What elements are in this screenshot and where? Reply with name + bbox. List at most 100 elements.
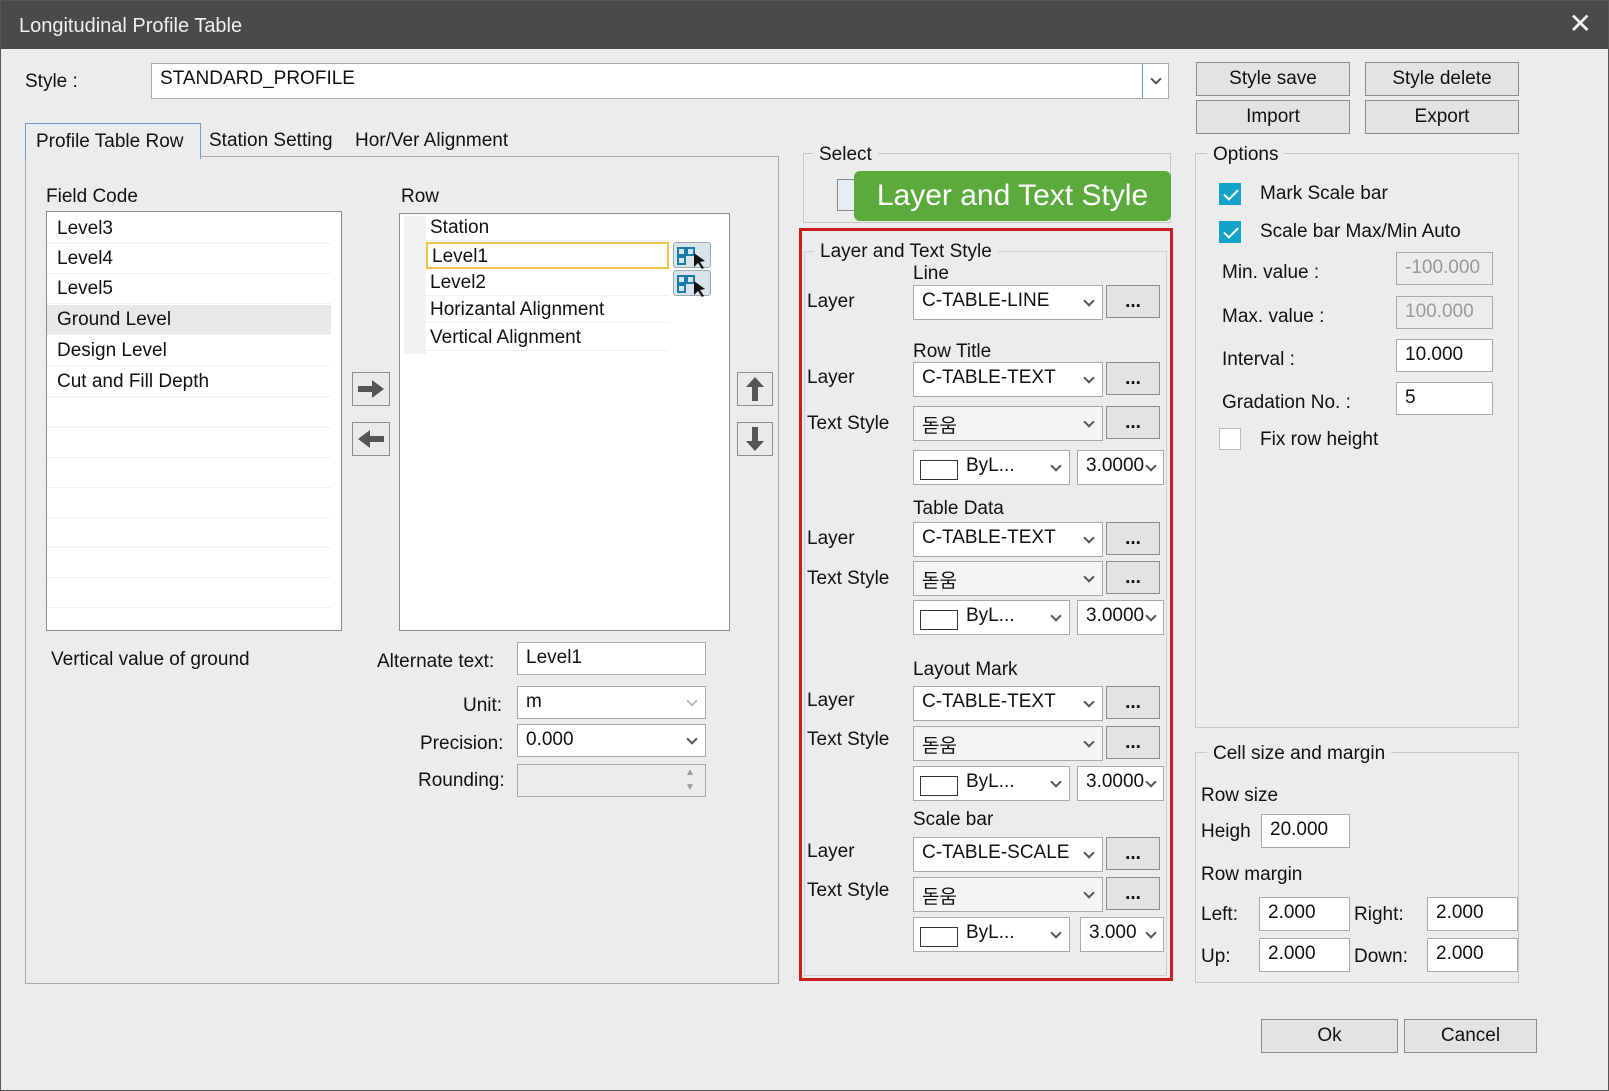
layout-mark-color-select[interactable]: ByL... [913,766,1070,801]
row-gutter [404,216,426,354]
min-value-input[interactable]: -100.000 [1396,252,1493,285]
grid-cursor-icon[interactable] [673,270,711,297]
chevron-down-icon [1076,363,1102,396]
move-down-button[interactable] [737,422,773,456]
up-margin-input[interactable]: 2.000 [1259,938,1350,972]
export-button[interactable]: Export [1365,100,1519,134]
row-margin-label: Row margin [1201,864,1303,885]
list-item[interactable]: Level2 [426,269,669,296]
left-margin-input[interactable]: 2.000 [1259,897,1350,931]
field-code-list[interactable]: Level3 Level4 Level5 Ground Level Design… [46,211,342,631]
gradation-input[interactable]: 5 [1396,382,1493,415]
color-swatch [920,460,958,480]
table-data-height-select[interactable]: 3.0000 [1077,600,1164,635]
table-data-layer-browse-button[interactable]: ... [1106,522,1160,555]
color-swatch [920,927,958,947]
line-layer-browse-button[interactable]: ... [1106,285,1160,318]
arrow-down-icon [746,427,764,451]
list-item[interactable]: Horizantal Alignment [426,296,669,323]
row-title-layer-select[interactable]: C-TABLE-TEXT [913,362,1103,397]
scale-bar-height-select[interactable]: 3.000 [1080,917,1164,952]
cell-size-title: Cell size and margin [1207,743,1392,765]
chevron-down-icon[interactable] [1142,64,1168,98]
row-title-color-select[interactable]: ByL... [913,450,1070,485]
list-item[interactable]: Design Level [47,336,331,366]
scale-bar-text-style-select[interactable]: 돋움 [913,877,1103,912]
scale-auto-checkbox[interactable] [1219,221,1241,243]
list-item[interactable]: Station [426,214,669,241]
mark-scale-bar-checkbox[interactable] [1219,183,1241,205]
style-save-button[interactable]: Style save [1196,62,1350,96]
line-layer-label: Layer [807,291,855,312]
chevron-down-icon [1043,918,1069,951]
layout-mark-layer-browse-button[interactable]: ... [1106,686,1160,719]
style-value: STANDARD_PROFILE [160,68,355,89]
list-item-empty [47,398,331,428]
row-list[interactable]: Station Level1 Level2 Horizantal Alignme… [399,213,730,631]
import-button[interactable]: Import [1196,100,1350,134]
unit-select[interactable]: m [517,686,706,719]
table-data-text-style-browse-button[interactable]: ... [1106,561,1160,594]
scale-bar-layer-browse-button[interactable]: ... [1106,837,1160,870]
layout-mark-height-select[interactable]: 3.0000 [1077,766,1164,801]
fix-row-height-checkbox[interactable] [1219,428,1241,450]
scale-bar-heading: Scale bar [913,809,994,830]
table-data-heading: Table Data [913,498,1004,519]
row-title-text-style-select[interactable]: 돋움 [913,406,1103,441]
row-title-layer-browse-button[interactable]: ... [1106,362,1160,395]
style-delete-button[interactable]: Style delete [1365,62,1519,96]
table-data-text-style-select[interactable]: 돋움 [913,561,1103,596]
list-item-empty [47,428,331,458]
max-value-input[interactable]: 100.000 [1396,296,1493,329]
add-row-button[interactable] [352,372,390,406]
list-item-empty [47,548,331,578]
alt-text-input[interactable]: Level1 [517,642,706,675]
tab-profile-table-row[interactable]: Profile Table Row [25,123,201,159]
close-icon[interactable]: ✕ [1569,9,1592,39]
line-layer-select[interactable]: C-TABLE-LINE [913,285,1103,320]
scale-bar-text-style-browse-button[interactable]: ... [1106,877,1160,910]
precision-select[interactable]: 0.000 [517,724,706,757]
scale-bar-layer-select[interactable]: C-TABLE-SCALE [913,837,1103,872]
table-data-layer-select[interactable]: C-TABLE-TEXT [913,522,1103,557]
list-item-empty [47,518,331,548]
row-title-text-style-browse-button[interactable]: ... [1106,406,1160,439]
chevron-down-icon [1076,562,1102,595]
remove-row-button[interactable] [352,422,390,456]
chevron-down-icon [679,725,705,756]
move-up-button[interactable] [737,372,773,406]
style-select[interactable]: STANDARD_PROFILE [151,63,1169,99]
precision-value: 0.000 [526,729,574,750]
scale-bar-color-select[interactable]: ByL... [913,917,1070,952]
layout-mark-text-style-browse-button[interactable]: ... [1106,726,1160,759]
chevron-down-icon [1076,407,1102,440]
interval-input[interactable]: 10.000 [1396,339,1493,372]
chevron-down-icon [1076,838,1102,871]
list-item[interactable]: Level5 [47,274,331,304]
layout-mark-text-style-select[interactable]: 돋움 [913,726,1103,761]
table-data-color-select[interactable]: ByL... [913,600,1070,635]
list-item[interactable]: Cut and Fill Depth [47,367,331,397]
layout-mark-layer-select[interactable]: C-TABLE-TEXT [913,686,1103,721]
field-code-label: Field Code [46,186,138,207]
grid-cursor-icon[interactable] [673,242,711,269]
rounding-spinner[interactable] [517,764,706,797]
tab-station-setting[interactable]: Station Setting [209,130,333,152]
list-item[interactable]: Vertical Alignment [426,324,669,351]
row-title-height-select[interactable]: 3.0000 [1077,450,1164,485]
down-margin-input[interactable]: 2.000 [1427,938,1518,972]
cancel-button[interactable]: Cancel [1404,1019,1537,1053]
tooltip: Layer and Text Style [854,171,1171,221]
spin-down-icon[interactable]: ▼ [685,782,695,793]
right-margin-input[interactable]: 2.000 [1427,897,1518,931]
tab-hor-ver-alignment[interactable]: Hor/Ver Alignment [355,130,508,152]
scale-bar-color-value: ByL... [966,922,1015,943]
list-item[interactable]: Level4 [47,244,331,274]
height-input[interactable]: 20.000 [1261,814,1350,848]
list-item-selected[interactable]: Ground Level [47,305,331,335]
spin-up-icon[interactable]: ▲ [685,767,695,778]
list-item-selected[interactable]: Level1 [426,242,669,269]
chevron-down-icon [1139,451,1163,484]
list-item[interactable]: Level3 [47,214,331,244]
ok-button[interactable]: Ok [1261,1019,1398,1053]
